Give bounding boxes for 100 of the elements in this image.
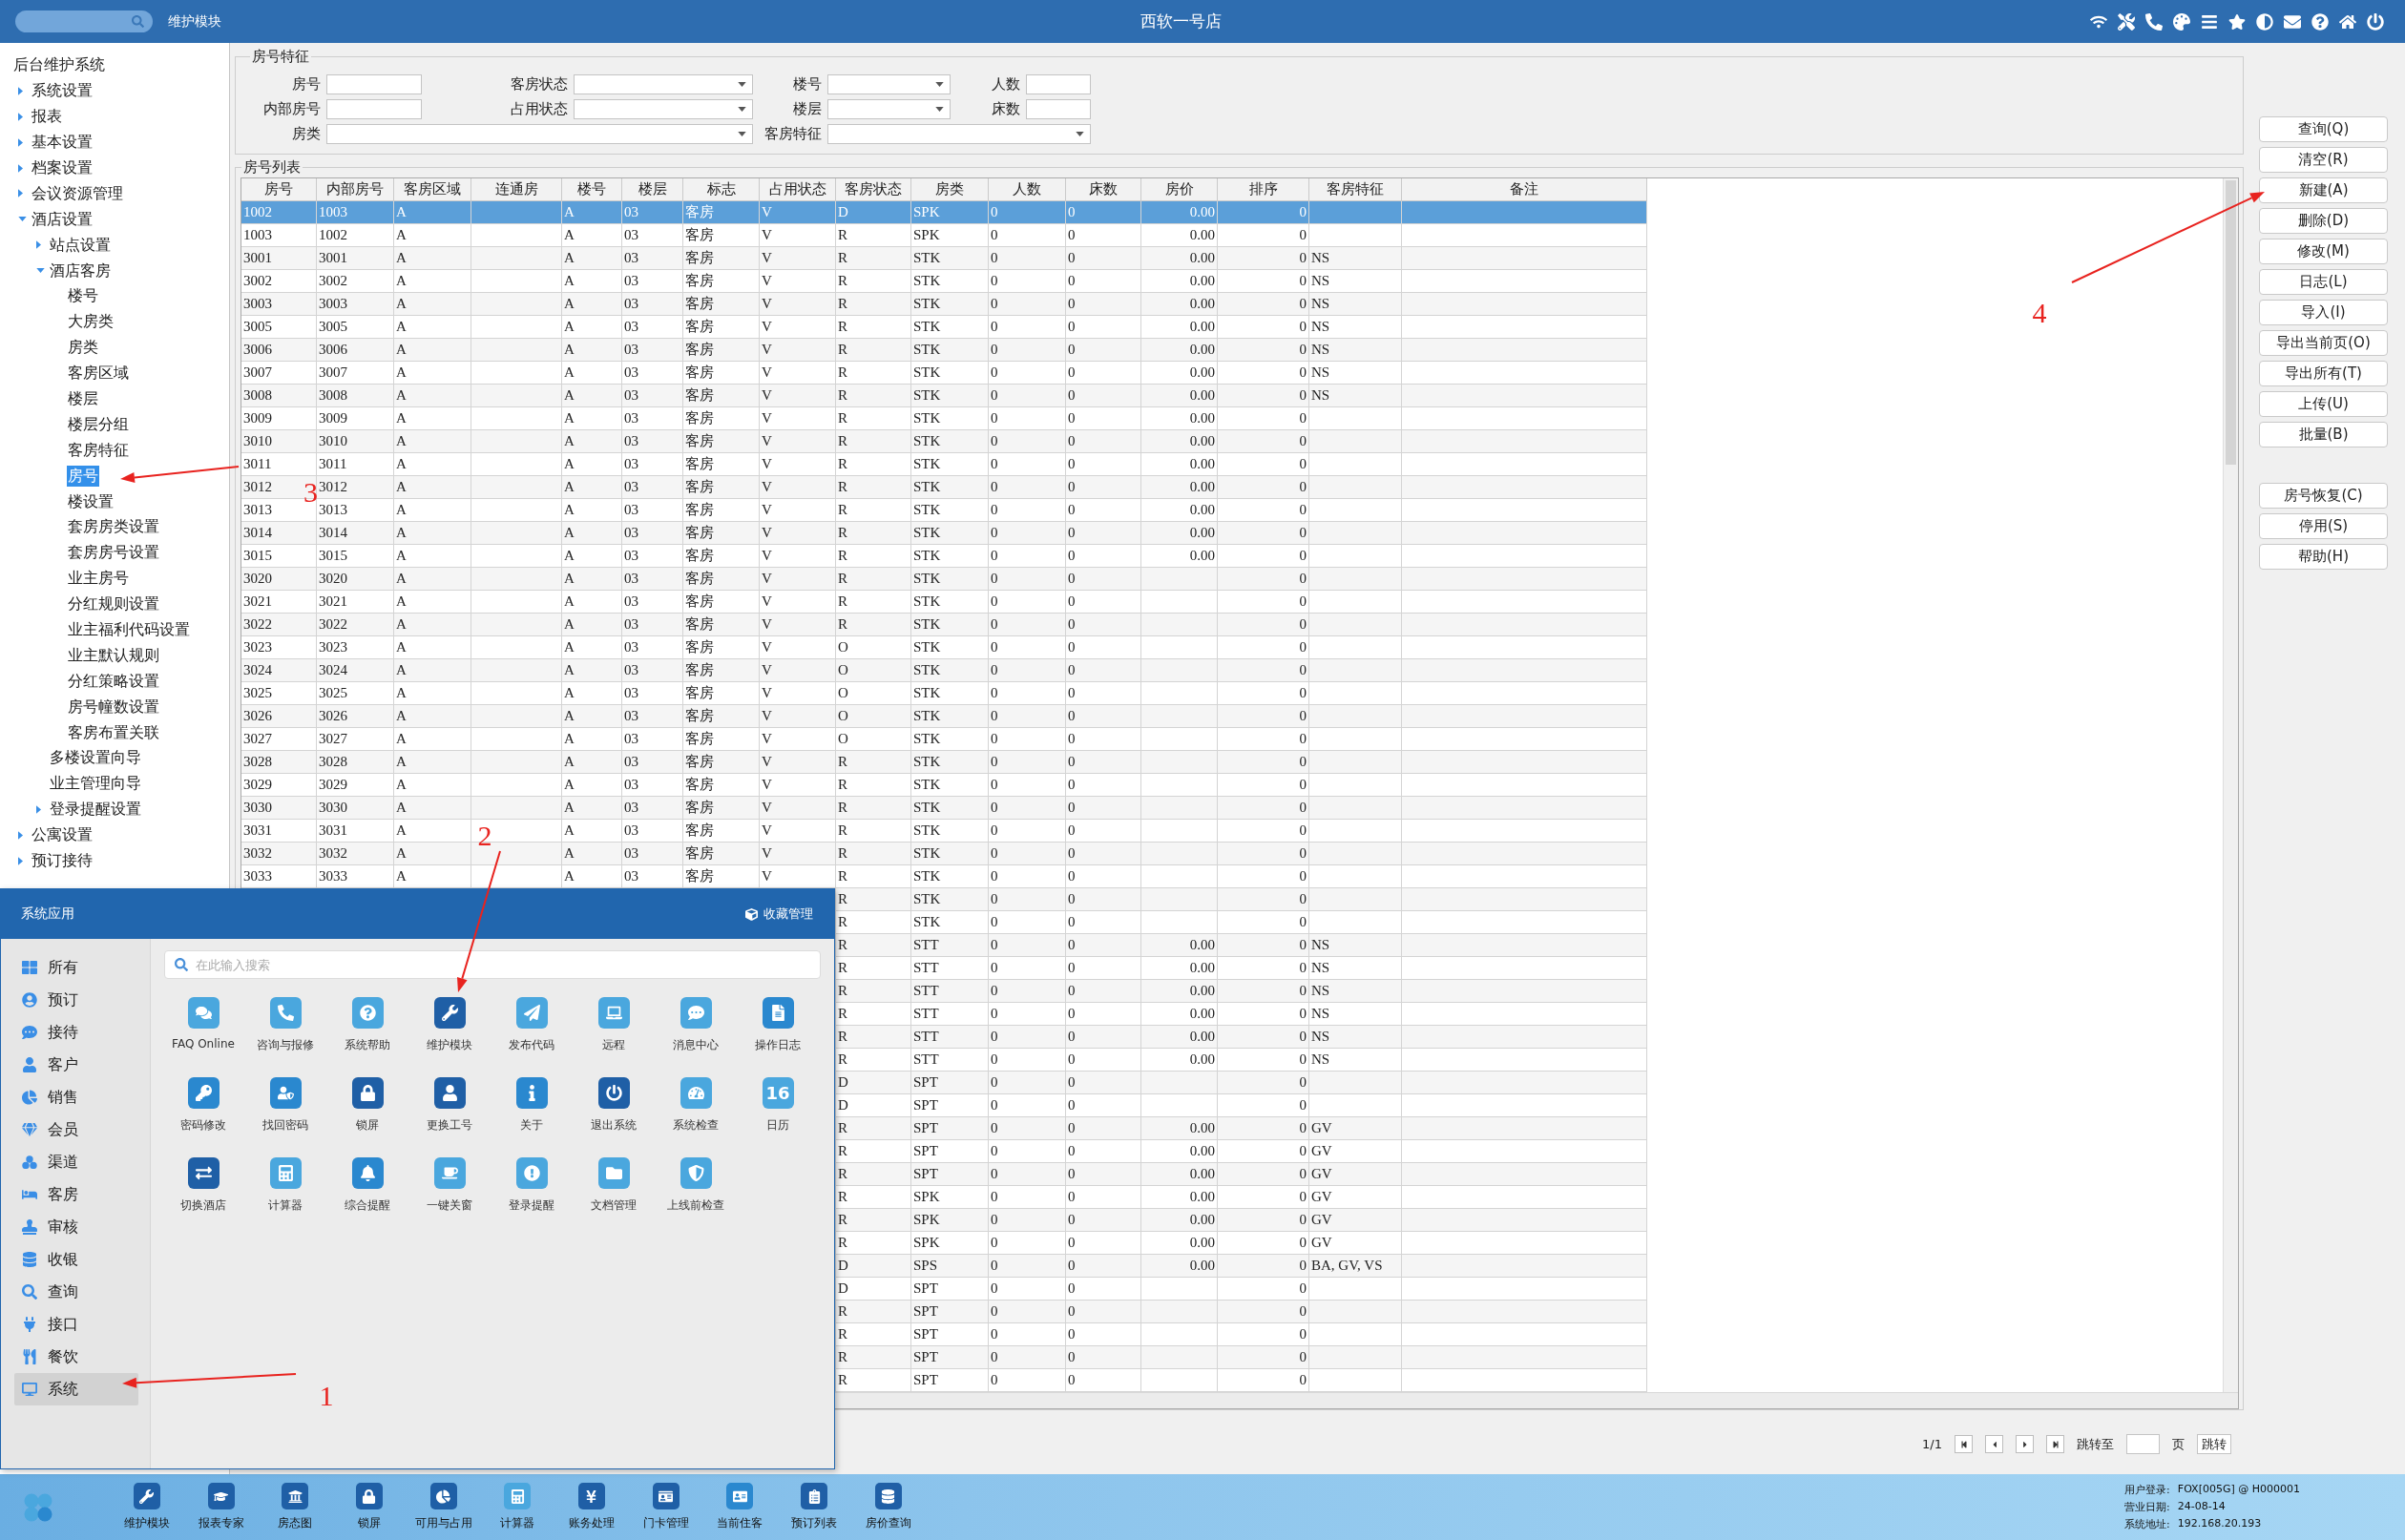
palette-icon[interactable] (2173, 12, 2190, 31)
category-item[interactable]: 渠道 (14, 1146, 138, 1178)
mail-icon[interactable] (2284, 12, 2301, 31)
caret-right-icon[interactable] (18, 112, 23, 121)
column-header[interactable]: 人数 (989, 178, 1066, 201)
star-icon[interactable] (2228, 12, 2246, 31)
caret-right-icon[interactable] (18, 86, 23, 95)
column-header[interactable]: 床数 (1066, 178, 1141, 201)
search-field[interactable]: 在此输入搜索 (164, 950, 821, 979)
column-header[interactable]: 内部房号 (317, 178, 394, 201)
tree-item[interactable]: 业主房号 (67, 568, 130, 590)
taskbar-button[interactable]: 房价查询 (850, 1483, 926, 1531)
app-button[interactable]: 关于 (491, 1077, 573, 1157)
column-header[interactable]: 客房特征 (1309, 178, 1402, 201)
tree-item[interactable]: 业主福利代码设置 (67, 619, 191, 641)
input-field[interactable] (1026, 74, 1091, 94)
tree-item[interactable]: 套房房号设置 (67, 542, 160, 564)
action-button[interactable]: 日志(L) (2259, 269, 2388, 295)
tree-item[interactable]: 楼层分组 (67, 413, 130, 435)
app-button[interactable]: 综合提醒 (326, 1157, 408, 1238)
column-header[interactable]: 楼层 (622, 178, 683, 201)
app-button[interactable]: 系统帮助 (326, 997, 408, 1077)
page-input-field[interactable] (2126, 1434, 2160, 1454)
tools-icon[interactable] (2118, 12, 2135, 31)
tree-item[interactable]: 基本设置 (31, 132, 94, 154)
dropdown-field[interactable] (827, 99, 951, 119)
app-button[interactable]: 切换酒店 (162, 1157, 244, 1238)
column-header[interactable]: 标志 (683, 178, 760, 201)
tree-item[interactable]: 分红规则设置 (67, 593, 160, 615)
column-header[interactable]: 房价 (1141, 178, 1218, 201)
app-button[interactable]: 消息中心 (655, 997, 737, 1077)
contrast-icon[interactable] (2256, 12, 2273, 31)
column-header[interactable]: 连通房 (471, 178, 562, 201)
help-icon[interactable] (2311, 12, 2329, 31)
tree-item[interactable]: 客房区域 (67, 363, 130, 385)
caret-right-icon[interactable] (18, 830, 23, 840)
taskbar-button[interactable]: 账务处理 (554, 1483, 629, 1531)
app-button[interactable]: 16 日历 (737, 1077, 819, 1157)
caret-down-icon[interactable] (36, 268, 45, 274)
previous-page-button[interactable] (1985, 1435, 2003, 1453)
column-header[interactable]: 占用状态 (760, 178, 836, 201)
dropdown-field[interactable] (326, 124, 753, 144)
vertical-scrollbar[interactable] (2223, 178, 2238, 1392)
category-item[interactable]: 客房 (14, 1178, 138, 1211)
category-item[interactable]: 查询 (14, 1276, 138, 1308)
tree-item[interactable]: 楼号 (67, 285, 99, 307)
column-header[interactable]: 客房状态 (836, 178, 911, 201)
app-button[interactable]: 远程 (573, 997, 655, 1077)
tree-item[interactable]: 房类 (67, 337, 99, 359)
category-item[interactable]: 餐饮 (14, 1341, 138, 1373)
action-button[interactable]: 批量(B) (2259, 422, 2388, 447)
app-button[interactable]: 退出系统 (573, 1077, 655, 1157)
caret-right-icon[interactable] (36, 240, 41, 250)
tree-item[interactable]: 登录提醒设置 (49, 799, 142, 821)
tree-item[interactable]: 大房类 (67, 311, 115, 333)
tree-item[interactable]: 楼设置 (67, 490, 115, 512)
tree-item[interactable]: 房号幢数设置 (67, 696, 160, 718)
first-page-button[interactable] (1955, 1435, 1973, 1453)
taskbar-button[interactable]: 预订列表 (777, 1483, 851, 1531)
home-icon[interactable] (2339, 12, 2356, 31)
phone-icon[interactable] (2145, 12, 2163, 31)
tree-item[interactable]: 会议资源管理 (31, 182, 124, 204)
tree-item[interactable]: 后台维护系统 (12, 54, 106, 76)
tree-item[interactable]: 酒店客房 (49, 260, 112, 281)
tree-item[interactable]: 站点设置 (49, 234, 112, 256)
category-item[interactable]: 预订 (14, 984, 138, 1016)
tree-item[interactable]: 多楼设置向导 (49, 747, 142, 769)
search-field[interactable] (15, 10, 153, 32)
taskbar-button[interactable]: 房态图 (258, 1483, 333, 1531)
taskbar-button[interactable]: 锁屏 (332, 1483, 407, 1531)
action-button[interactable]: 帮助(H) (2259, 544, 2388, 570)
menu-icon[interactable] (2201, 12, 2218, 31)
action-button[interactable]: 上传(U) (2259, 391, 2388, 417)
app-button[interactable]: 系统检查 (655, 1077, 737, 1157)
dropdown-field[interactable] (827, 124, 1091, 144)
category-item[interactable]: 销售 (14, 1081, 138, 1113)
category-item[interactable]: 会员 (14, 1113, 138, 1146)
last-page-button[interactable] (2046, 1435, 2064, 1453)
dropdown-field[interactable] (574, 99, 753, 119)
caret-right-icon[interactable] (18, 189, 23, 198)
taskbar-button[interactable]: 可用与占用 (406, 1483, 481, 1531)
category-item[interactable]: 接口 (14, 1308, 138, 1341)
dropdown-field[interactable] (827, 74, 951, 94)
tree-item[interactable]: 档案设置 (31, 157, 94, 178)
tree-item[interactable]: 楼层 (67, 388, 99, 409)
input-field[interactable] (1026, 99, 1091, 119)
taskbar-button[interactable]: 报表专家 (183, 1483, 259, 1531)
tree-item[interactable]: 预订接待 (31, 850, 94, 872)
caret-down-icon[interactable] (18, 217, 27, 222)
app-button[interactable]: 计算器 (244, 1157, 326, 1238)
category-item[interactable]: 接待 (14, 1016, 138, 1049)
action-button[interactable]: 查询(Q) (2259, 116, 2388, 142)
scrollbar-thumb[interactable] (2226, 180, 2236, 465)
tree-item[interactable]: 客房布置关联 (67, 721, 160, 743)
column-header[interactable]: 楼号 (562, 178, 622, 201)
favorites-button[interactable]: 收藏管理 (745, 905, 813, 923)
category-item[interactable]: 系统 (14, 1373, 138, 1405)
app-button[interactable]: 上线前检查 (655, 1157, 737, 1238)
action-button[interactable]: 导入(I) (2259, 300, 2388, 325)
app-button[interactable]: 维护模块 (408, 997, 491, 1077)
